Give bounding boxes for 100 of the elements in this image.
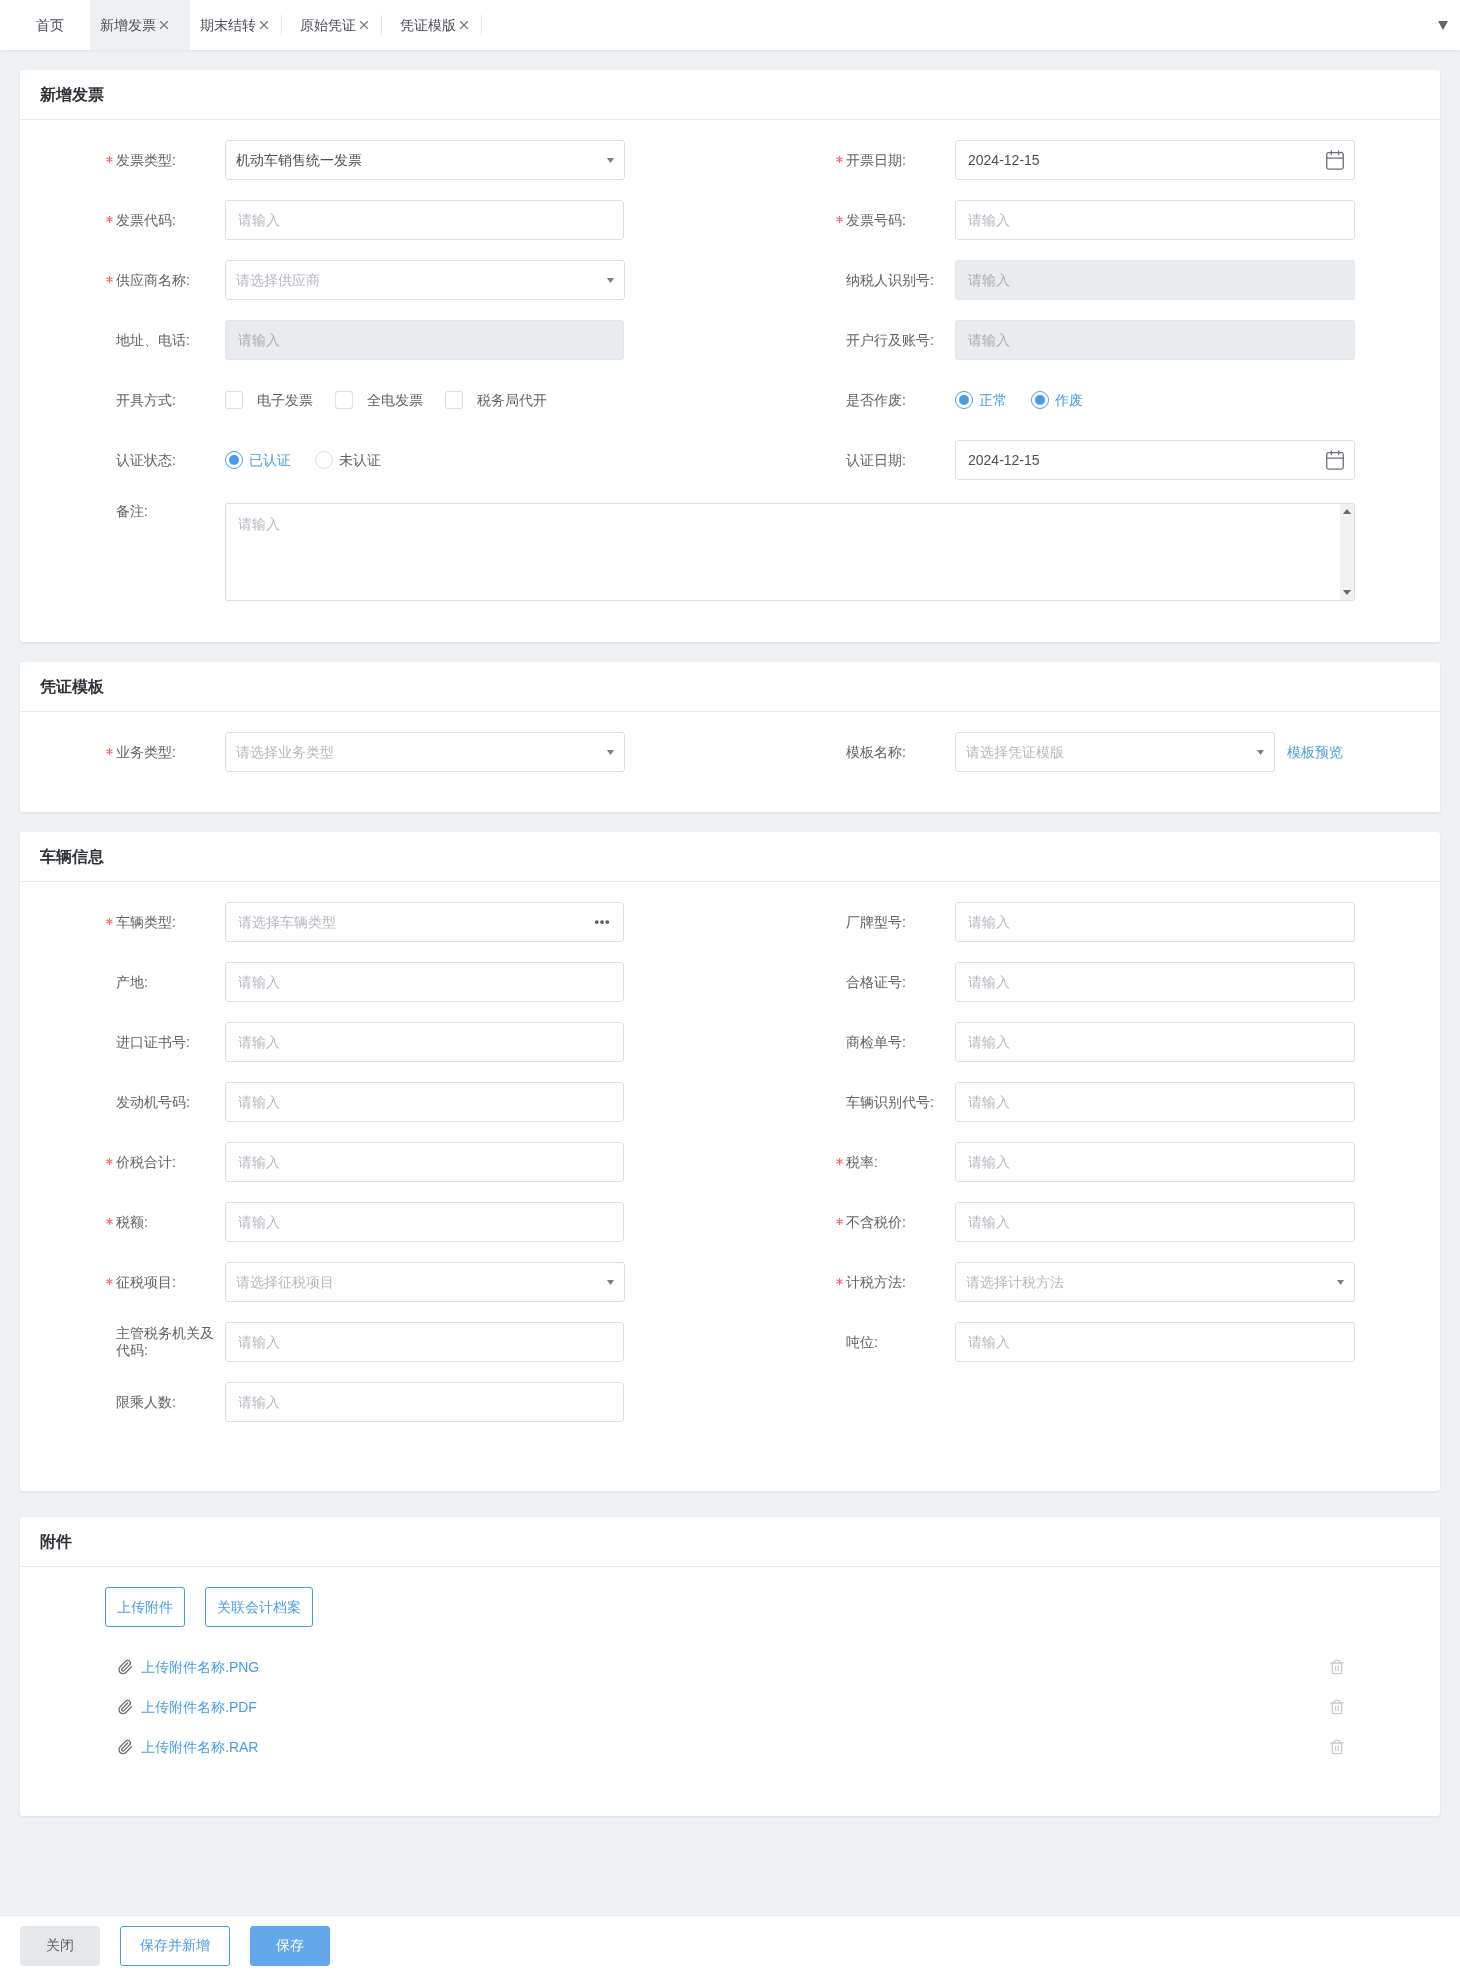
field-label: 进口证书号: [116, 1033, 190, 1050]
checkbox[interactable] [225, 391, 243, 409]
attachment-button[interactable]: 上传附件 [105, 1587, 185, 1627]
caret-icon [607, 1279, 614, 1285]
footer-button[interactable]: 保存并新增 [120, 1925, 230, 1966]
radio-button[interactable] [955, 391, 973, 409]
required-asterisk-icon [106, 275, 113, 283]
calendar-icon[interactable] [1324, 149, 1346, 171]
date-field[interactable]: 2024-12-15 [955, 140, 1355, 180]
field-label: 是否作废: [846, 391, 906, 408]
tab[interactable]: 原始凭证 [290, 0, 390, 50]
required-asterisk-icon [106, 155, 113, 163]
radio-button[interactable] [1031, 391, 1049, 409]
required-asterisk-icon [106, 1217, 113, 1225]
field-label: 供应商名称: [116, 271, 190, 288]
input-field[interactable]: 请输入 [225, 1382, 624, 1422]
field-label: 限乘人数: [116, 1393, 176, 1410]
required-asterisk-icon [106, 917, 113, 925]
tab[interactable]: 新增发票 [90, 0, 190, 50]
required-asterisk-icon [836, 155, 843, 163]
input-field[interactable]: 请输入 [955, 962, 1355, 1002]
field-label: 备注: [116, 503, 148, 519]
input-field[interactable]: 请输入 [225, 200, 624, 240]
input-field[interactable]: 请输入 [955, 200, 1355, 240]
checkbox-label: 全电发票 [367, 390, 423, 410]
input-field[interactable]: 请输入 [225, 1082, 624, 1122]
paperclip-icon [117, 1739, 133, 1755]
field-label: 主管税务机关及代码: [116, 1325, 214, 1358]
field-label: 税率: [846, 1153, 878, 1170]
checkbox[interactable] [445, 391, 463, 409]
paperclip-icon [117, 1659, 133, 1675]
field-label: 车辆类型: [116, 913, 176, 930]
dropdown-caret-icon[interactable] [1438, 20, 1448, 30]
field-label: 纳税人识别号: [846, 271, 934, 288]
footer-button[interactable]: 关闭 [20, 1925, 100, 1966]
delete-icon[interactable] [1329, 1739, 1345, 1755]
delete-icon[interactable] [1329, 1699, 1345, 1715]
input-field[interactable]: 请输入 [955, 1322, 1355, 1362]
input-field[interactable]: 请输入 [225, 1142, 624, 1182]
input-field[interactable]: 请输入 [225, 1022, 624, 1062]
required-asterisk-icon [106, 1157, 113, 1165]
section-title: 附件 [40, 1531, 72, 1552]
field-label: 开户行及账号: [846, 331, 934, 348]
close-icon[interactable] [457, 18, 471, 32]
select-field[interactable]: 请选择凭证模版 [955, 732, 1275, 772]
radio-button[interactable] [225, 451, 243, 469]
field-label: 计税方法: [846, 1273, 906, 1290]
input-field[interactable]: 请输入 [225, 1202, 624, 1242]
field-label: 合格证号: [846, 973, 906, 990]
input-field[interactable]: 请输入 [955, 1202, 1355, 1242]
field-label: 价税合计: [116, 1153, 176, 1170]
close-icon[interactable] [157, 18, 171, 32]
preview-link[interactable]: 模板预览 [1287, 741, 1343, 763]
field-label: 认证日期: [846, 451, 906, 468]
attachment-link[interactable]: 上传附件名称.PDF [141, 1696, 257, 1718]
required-asterisk-icon [106, 747, 113, 755]
date-field[interactable]: 2024-12-15 [955, 440, 1355, 480]
section-title: 凭证模板 [40, 676, 104, 697]
input-field[interactable]: 请输入 [955, 902, 1355, 942]
required-asterisk-icon [836, 1157, 843, 1165]
field-label: 发动机号码: [116, 1093, 190, 1110]
select-field[interactable]: 请选择业务类型 [225, 732, 625, 772]
attachment-link[interactable]: 上传附件名称.PNG [141, 1656, 260, 1678]
input-field[interactable]: 请输入 [225, 962, 624, 1002]
radio-label: 作废 [1055, 390, 1083, 410]
field-label: 地址、电话: [116, 331, 190, 348]
remarks-field[interactable]: 请输入 [225, 503, 1355, 601]
field-label: 商检单号: [846, 1033, 906, 1050]
footer-button[interactable]: 保存 [250, 1925, 330, 1966]
required-asterisk-icon [836, 1217, 843, 1225]
scrollbar[interactable] [1340, 504, 1354, 600]
required-asterisk-icon [836, 215, 843, 223]
input-field[interactable]: 请输入 [955, 1082, 1355, 1122]
caret-icon [1257, 749, 1264, 755]
attachment-button[interactable]: 关联会计档案 [205, 1587, 313, 1627]
select-field[interactable]: 请选择计税方法 [955, 1262, 1355, 1302]
radio-label: 未认证 [339, 450, 381, 470]
delete-icon[interactable] [1329, 1659, 1345, 1675]
tab[interactable]: 期末结转 [190, 0, 290, 50]
attachment-link[interactable]: 上传附件名称.RAR [141, 1736, 259, 1758]
tab[interactable]: 首页 [0, 0, 90, 50]
radio-label: 正常 [979, 390, 1007, 410]
radio-label: 已认证 [249, 450, 291, 470]
picker-field[interactable]: 请选择车辆类型 [225, 902, 624, 942]
input-field[interactable]: 请输入 [225, 1322, 624, 1362]
close-icon[interactable] [257, 18, 271, 32]
field-label: 发票类型: [116, 151, 176, 168]
select-field[interactable]: 请选择供应商 [225, 260, 625, 300]
section-title: 新增发票 [40, 84, 104, 105]
paperclip-icon [117, 1699, 133, 1715]
field-label: 发票代码: [116, 211, 176, 228]
select-field[interactable]: 机动车销售统一发票 [225, 140, 625, 180]
close-icon[interactable] [357, 18, 371, 32]
select-field[interactable]: 请选择征税项目 [225, 1262, 625, 1302]
input-field[interactable]: 请输入 [955, 1142, 1355, 1182]
tab[interactable]: 凭证模版 [390, 0, 490, 50]
checkbox[interactable] [335, 391, 353, 409]
caret-icon [607, 157, 614, 163]
calendar-icon[interactable] [1324, 449, 1346, 471]
input-field[interactable]: 请输入 [955, 1022, 1355, 1062]
